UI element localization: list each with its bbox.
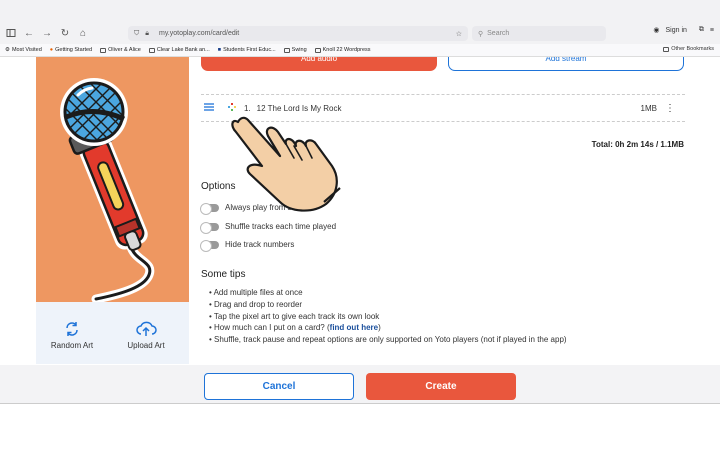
menu-icon[interactable]: ≡ bbox=[710, 27, 714, 34]
random-art-label: Random Art bbox=[50, 341, 94, 350]
folder-icon bbox=[283, 47, 290, 53]
lock-icon: 🔒︎ bbox=[145, 29, 149, 37]
add-audio-button[interactable]: Add audio bbox=[201, 57, 437, 71]
option-label: Shuffle tracks each time played bbox=[225, 222, 337, 231]
home-icon[interactable]: ⌂ bbox=[76, 26, 90, 40]
tip-item: Drag and drop to reorder bbox=[209, 299, 567, 311]
tab-strip bbox=[0, 0, 720, 22]
sidebar-toggle-icon[interactable] bbox=[4, 26, 18, 40]
more-options-icon[interactable]: ⋮ bbox=[665, 103, 675, 114]
upload-art-label: Upload Art bbox=[127, 341, 165, 350]
toolbar-right: ◉ Sign in ⧉ ≡ bbox=[653, 26, 714, 34]
tips-heading: Some tips bbox=[201, 269, 246, 280]
site-icon: ■ bbox=[217, 47, 222, 53]
folder-icon bbox=[314, 47, 321, 53]
gear-icon: ⚙ bbox=[5, 47, 10, 53]
cancel-button[interactable]: Cancel bbox=[204, 373, 354, 400]
microphone-illustration bbox=[60, 78, 155, 304]
tip-item: Tap the pixel art to give each track its… bbox=[209, 311, 567, 323]
url-text: my.yotoplay.com/card/edit bbox=[158, 30, 240, 37]
search-input[interactable]: ⚲ Search bbox=[472, 26, 606, 41]
tip-item: Add multiple files at once bbox=[209, 287, 567, 299]
reload-icon[interactable]: ↻ bbox=[58, 26, 72, 40]
bookmark-most-visited[interactable]: ⚙ Most Visited bbox=[5, 47, 42, 53]
folder-icon bbox=[100, 47, 107, 53]
bookmark-getting-started[interactable]: ● Getting Started bbox=[50, 47, 92, 53]
toggle-switch[interactable] bbox=[200, 221, 219, 234]
bookmark-students-first[interactable]: ■ Students First Educ... bbox=[218, 47, 276, 53]
folder-icon bbox=[663, 46, 670, 52]
random-art-button[interactable]: Random Art bbox=[42, 320, 102, 350]
option-label: Hide track numbers bbox=[225, 240, 295, 249]
bookmark-clear-lake[interactable]: Clear Lake Bank an... bbox=[148, 47, 210, 53]
search-placeholder: Search bbox=[487, 30, 510, 37]
url-bar[interactable]: ⛉ 🔒︎ my.yotoplay.com/card/edit ☆ bbox=[128, 26, 468, 41]
art-tools-panel: Random Art Upload Art bbox=[36, 302, 189, 364]
folder-icon bbox=[148, 47, 155, 53]
find-out-here-link[interactable]: find out here bbox=[330, 323, 378, 332]
upload-art-button[interactable]: Upload Art bbox=[116, 320, 176, 350]
forward-icon[interactable]: → bbox=[40, 26, 54, 40]
other-bookmarks[interactable]: Other Bookmarks bbox=[663, 46, 714, 52]
tip-item: Shuffle, track pause and repeat options … bbox=[209, 334, 567, 346]
bookmarks-bar: ⚙ Most Visited ● Getting Started Oliver & … bbox=[0, 44, 720, 57]
drag-handle-icon[interactable] bbox=[204, 103, 214, 113]
footer-bar: Cancel Create bbox=[0, 365, 720, 404]
hand-pointer-icon bbox=[231, 116, 341, 212]
option-shuffle[interactable]: Shuffle tracks each time played bbox=[200, 221, 337, 234]
bookmark-knoll[interactable]: Knoll 22 Wordpress bbox=[314, 47, 371, 53]
tip-item-capacity: How much can I put on a card? (find out … bbox=[209, 322, 567, 334]
firefox-icon: ● bbox=[49, 47, 54, 53]
bookmark-oliver-alice[interactable]: Oliver & Alice bbox=[100, 47, 141, 53]
cloud-upload-icon bbox=[136, 321, 157, 336]
bookmark-swing[interactable]: Swing bbox=[283, 47, 307, 53]
total-duration: Total: 0h 2m 14s / 1.1MB bbox=[591, 140, 684, 149]
refresh-icon bbox=[66, 322, 78, 336]
back-icon[interactable]: ← bbox=[22, 26, 36, 40]
track-size: 1MB bbox=[640, 103, 657, 113]
option-hide-numbers[interactable]: Hide track numbers bbox=[200, 239, 295, 252]
card-art[interactable] bbox=[36, 57, 189, 304]
create-button[interactable]: Create bbox=[366, 373, 516, 400]
sign-in-button[interactable]: Sign in bbox=[666, 27, 687, 34]
add-stream-button[interactable]: Add stream bbox=[448, 57, 684, 71]
browser-window: ← → ↻ ⌂ ⛉ 🔒︎ my.yotoplay.com/card/edit ☆… bbox=[0, 0, 720, 450]
extensions-icon[interactable]: ⧉ bbox=[699, 26, 704, 34]
star-icon[interactable]: ☆ bbox=[456, 30, 462, 38]
account-icon[interactable]: ◉ bbox=[653, 26, 659, 34]
tips-list: Add multiple files at once Drag and drop… bbox=[209, 287, 567, 346]
toggle-switch[interactable] bbox=[200, 239, 219, 252]
search-icon: ⚲ bbox=[478, 30, 484, 38]
toggle-switch[interactable] bbox=[200, 202, 219, 215]
shield-icon: ⛉ bbox=[134, 29, 140, 37]
